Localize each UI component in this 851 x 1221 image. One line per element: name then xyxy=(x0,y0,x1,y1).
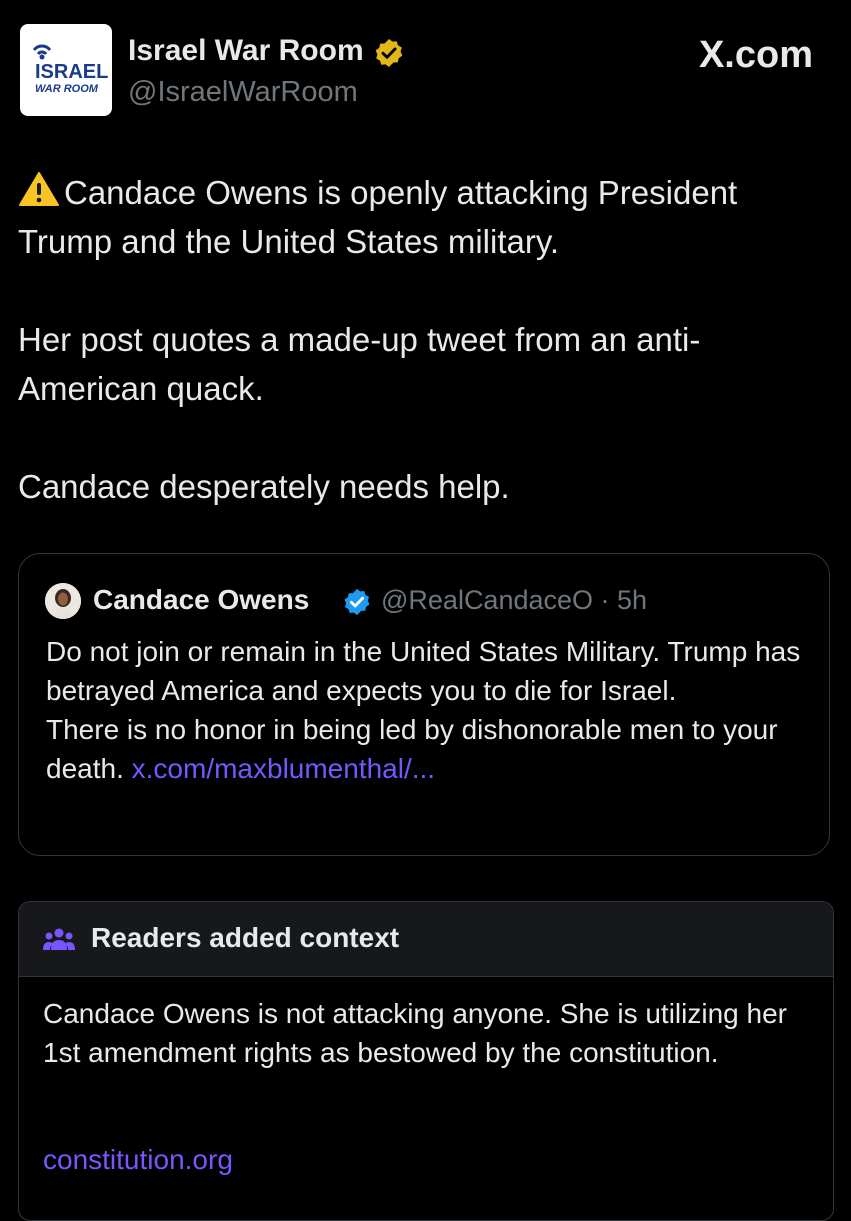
quoted-post-text: Do not join or remain in the United Stat… xyxy=(46,632,816,788)
quoted-link[interactable]: x.com/maxblumenthal/... xyxy=(132,753,435,784)
post-paragraph: Candace desperately needs help. xyxy=(18,468,510,505)
author-handle[interactable]: @IsraelWarRoom xyxy=(128,76,358,109)
quoted-post-card[interactable]: Candace Owens @RealCandaceO · 5h Do not … xyxy=(18,553,830,856)
gold-verified-badge-icon[interactable] xyxy=(373,37,405,69)
author-name[interactable]: Israel War Room xyxy=(128,34,364,68)
author-avatar[interactable]: ISRAEL WAR ROOM xyxy=(20,24,112,116)
logo-text-top: ISRAEL xyxy=(35,61,108,83)
people-icon xyxy=(43,928,75,950)
portrait-icon xyxy=(45,583,81,619)
community-note-body: Candace Owens is not attacking anyone. S… xyxy=(43,998,787,1068)
post-paragraph: Candace Owens is openly attacking Presid… xyxy=(18,168,818,266)
post-text: Candace Owens is openly attacking Presid… xyxy=(18,168,818,560)
quoted-author-name[interactable]: Candace Owens xyxy=(93,584,309,616)
logo-text-bottom: WAR ROOM xyxy=(35,83,99,95)
blue-verified-badge-icon xyxy=(344,588,370,616)
post-header: ISRAEL WAR ROOM Israel War Room @IsraelW… xyxy=(20,22,831,120)
community-note-title: Readers added context xyxy=(91,922,400,953)
quoted-line: Do not join or remain in the United Stat… xyxy=(46,636,801,706)
community-note-link[interactable]: constitution.org xyxy=(43,1144,233,1176)
post-paragraph: Her post quotes a made-up tweet from an … xyxy=(18,321,701,407)
quoted-handle-time[interactable]: @RealCandaceO · 5h xyxy=(381,585,647,616)
community-note-header: Readers added context xyxy=(19,902,833,977)
israel-war-room-logo: ISRAEL WAR ROOM xyxy=(32,44,108,95)
quoted-line: There is no honor in being led by dishon… xyxy=(46,714,778,784)
site-label: X.com xyxy=(698,34,813,76)
warning-triangle-icon xyxy=(19,172,59,206)
quoted-author-avatar[interactable] xyxy=(45,583,81,619)
community-note: Readers added context Candace Owens is n… xyxy=(18,901,834,1221)
